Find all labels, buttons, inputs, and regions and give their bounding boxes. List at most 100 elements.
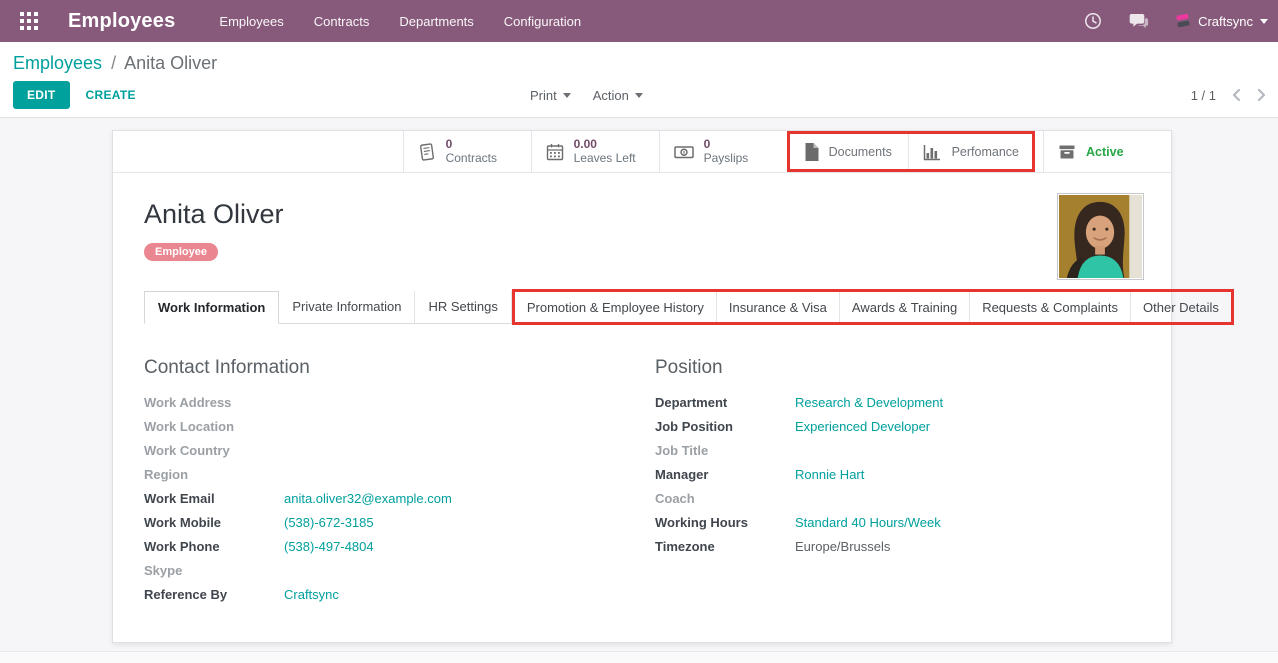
active-toggle-button[interactable]: Active <box>1043 131 1171 172</box>
tab-requests-complaints[interactable]: Requests & Complaints <box>970 292 1131 322</box>
manager-link[interactable]: Ronnie Hart <box>795 468 864 482</box>
tab-work-information[interactable]: Work Information <box>144 291 279 324</box>
control-panel: Employees / Anita Oliver EDIT CREATE Pri… <box>0 42 1278 118</box>
pager-previous-button[interactable] <box>1232 88 1241 102</box>
tab-awards-training[interactable]: Awards & Training <box>840 292 970 322</box>
payslips-stat-button[interactable]: 0 Payslips <box>659 131 787 172</box>
employee-name: Anita Oliver <box>144 199 1140 230</box>
top-navbar: Employees Employees Contracts Department… <box>0 0 1278 42</box>
employee-form-sheet: 0 Contracts 0.00 Leaves Left <box>112 130 1172 643</box>
create-button[interactable]: CREATE <box>86 88 136 102</box>
department-link[interactable]: Research & Development <box>795 396 943 410</box>
tab-other-details[interactable]: Other Details <box>1131 292 1231 322</box>
field-region: Region <box>144 468 629 482</box>
contracts-stat-button[interactable]: 0 Contracts <box>403 131 531 172</box>
breadcrumb-separator: / <box>111 53 116 73</box>
reference-by-link[interactable]: Craftsync <box>284 588 339 602</box>
position-group: Position Department Research & Developme… <box>655 357 1140 612</box>
annotation-box-tabs: Promotion & Employee History Insurance &… <box>512 289 1234 325</box>
nav-item-employees[interactable]: Employees <box>219 14 283 29</box>
tab-promotion-employee-history[interactable]: Promotion & Employee History <box>515 292 717 322</box>
action-label: Action <box>593 88 629 103</box>
action-dropdown[interactable]: Action <box>593 88 643 103</box>
group-title-contact: Contact Information <box>144 357 629 379</box>
payslips-label: Payslips <box>704 151 749 165</box>
user-menu[interactable]: Craftsync <box>1175 13 1268 29</box>
chevron-down-icon <box>635 93 643 98</box>
book-icon <box>417 142 437 162</box>
field-label: Skype <box>144 564 284 578</box>
tab-hr-settings[interactable]: HR Settings <box>415 291 511 323</box>
field-label: Working Hours <box>655 516 795 530</box>
print-dropdown[interactable]: Print <box>530 88 571 103</box>
group-title-position: Position <box>655 357 1140 379</box>
field-work-mobile: Work Mobile (538)-672-3185 <box>144 516 629 530</box>
notebook-tabs: Work Information Private Information HR … <box>144 291 1140 324</box>
field-label: Coach <box>655 492 795 506</box>
messages-chat-icon[interactable] <box>1129 11 1149 31</box>
bar-chart-icon <box>922 142 943 162</box>
payslips-count: 0 <box>704 138 749 151</box>
activities-clock-icon[interactable] <box>1083 11 1103 31</box>
nav-item-configuration[interactable]: Configuration <box>504 14 581 29</box>
timezone-value: Europe/Brussels <box>795 540 890 554</box>
nav-item-contracts[interactable]: Contracts <box>314 14 370 29</box>
work-phone-link[interactable]: (538)-497-4804 <box>284 540 374 554</box>
leaves-stat-button[interactable]: 0.00 Leaves Left <box>531 131 659 172</box>
field-label: Work Mobile <box>144 516 284 530</box>
breadcrumb-parent[interactable]: Employees <box>13 53 102 73</box>
leaves-count: 0.00 <box>574 138 636 151</box>
field-department: Department Research & Development <box>655 396 1140 410</box>
job-position-link[interactable]: Experienced Developer <box>795 420 930 434</box>
field-job-title: Job Title <box>655 444 1140 458</box>
app-title[interactable]: Employees <box>68 10 175 33</box>
employee-photo <box>1057 193 1144 280</box>
chevron-right-icon <box>1257 88 1266 102</box>
tab-insurance-visa[interactable]: Insurance & Visa <box>717 292 840 322</box>
window-footer-strip <box>0 651 1278 663</box>
field-label: Department <box>655 396 795 410</box>
apps-menu-icon[interactable] <box>14 6 44 36</box>
field-reference-by: Reference By Craftsync <box>144 588 629 602</box>
field-skype: Skype <box>144 564 629 578</box>
field-work-location: Work Location <box>144 420 629 434</box>
working-hours-link[interactable]: Standard 40 Hours/Week <box>795 516 941 530</box>
pager-value[interactable]: 1 / 1 <box>1191 88 1216 103</box>
performance-stat-button[interactable]: Perfomance <box>908 134 1032 169</box>
field-label: Reference By <box>144 588 284 602</box>
edit-button[interactable]: EDIT <box>13 81 70 109</box>
pager-next-button[interactable] <box>1257 88 1266 102</box>
documents-stat-button[interactable]: Documents <box>790 134 908 169</box>
field-work-country: Work Country <box>144 444 629 458</box>
work-mobile-link[interactable]: (538)-672-3185 <box>284 516 374 530</box>
field-manager: Manager Ronnie Hart <box>655 468 1140 482</box>
nav-item-departments[interactable]: Departments <box>399 14 473 29</box>
leaves-label: Leaves Left <box>574 151 636 165</box>
field-label: Manager <box>655 468 795 482</box>
field-label: Work Phone <box>144 540 284 554</box>
performance-label: Perfomance <box>952 145 1019 159</box>
field-work-email: Work Email anita.oliver32@example.com <box>144 492 629 506</box>
field-job-position: Job Position Experienced Developer <box>655 420 1140 434</box>
field-label: Timezone <box>655 540 795 554</box>
work-email-link[interactable]: anita.oliver32@example.com <box>284 492 452 506</box>
contracts-count: 0 <box>446 138 497 151</box>
app-menu: Employees Contracts Departments Configur… <box>219 14 581 29</box>
tab-private-information[interactable]: Private Information <box>279 291 415 323</box>
company-logo-icon <box>1175 13 1191 29</box>
chevron-down-icon <box>563 93 571 98</box>
work-information-page: Contact Information Work Address Work Lo… <box>144 324 1140 642</box>
annotation-box-stat-buttons: Documents Perfomance <box>787 131 1035 172</box>
field-work-address: Work Address <box>144 396 629 410</box>
breadcrumb: Employees / Anita Oliver <box>0 52 1278 74</box>
contact-information-group: Contact Information Work Address Work Lo… <box>144 357 629 612</box>
field-label: Work Location <box>144 420 284 434</box>
field-label: Work Address <box>144 396 284 410</box>
breadcrumb-current: Anita Oliver <box>124 53 217 73</box>
active-label: Active <box>1086 145 1124 159</box>
field-label: Job Title <box>655 444 795 458</box>
field-working-hours: Working Hours Standard 40 Hours/Week <box>655 516 1140 530</box>
field-label: Job Position <box>655 420 795 434</box>
calendar-icon <box>545 142 565 162</box>
field-label: Work Email <box>144 492 284 506</box>
